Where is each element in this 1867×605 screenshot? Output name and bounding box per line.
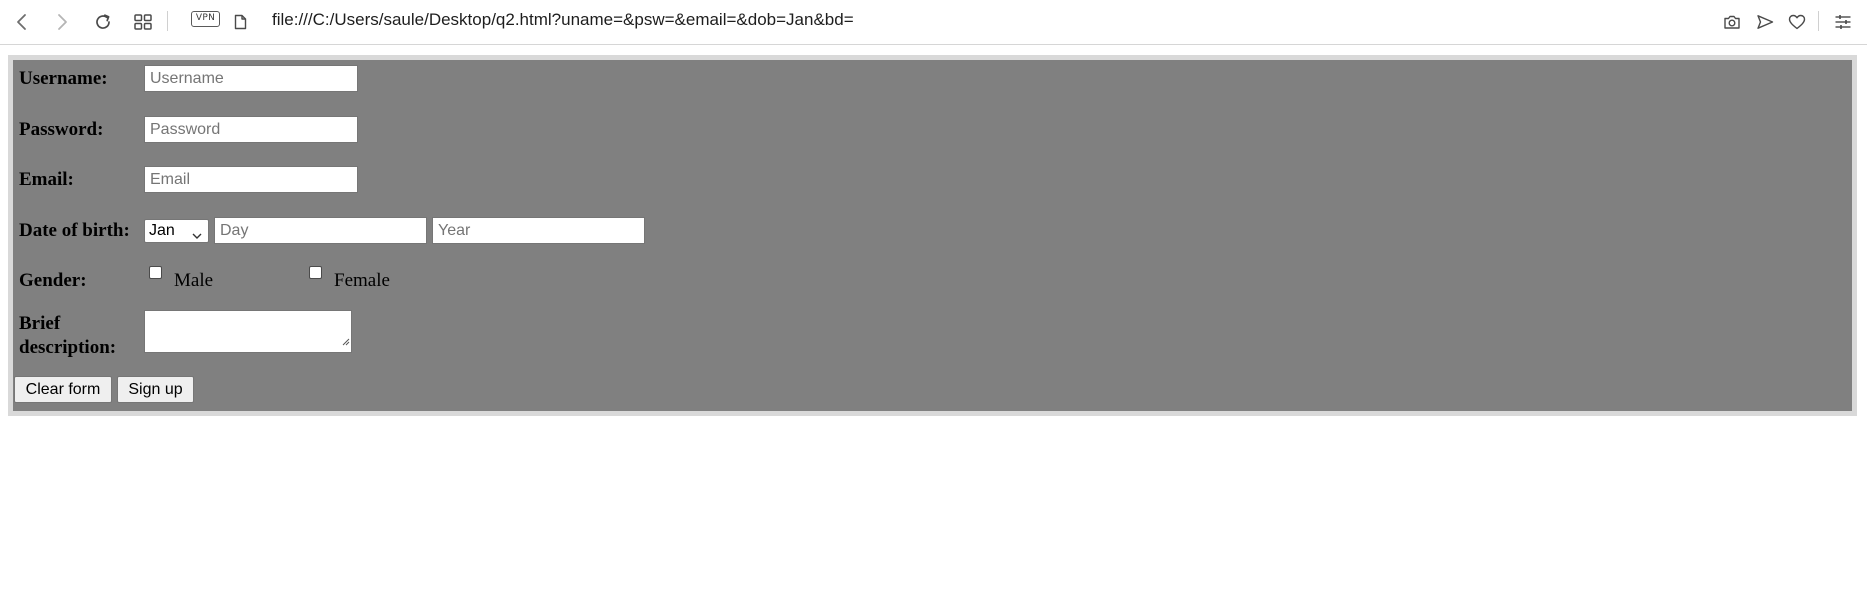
description-label-line1: Brief xyxy=(19,313,61,334)
tabs-grid-icon[interactable] xyxy=(132,0,154,44)
back-icon[interactable] xyxy=(12,0,32,44)
description-textarea[interactable] xyxy=(144,310,352,353)
browser-toolbar: VPN file:///C:/Users/saule/Desktop/q2.ht… xyxy=(0,0,1867,45)
vpn-badge[interactable]: VPN xyxy=(191,11,220,27)
username-label: Username: xyxy=(19,68,108,89)
dob-label: Date of birth: xyxy=(19,220,130,241)
day-input[interactable] xyxy=(214,217,427,244)
clear-form-button[interactable]: Clear form xyxy=(14,376,112,403)
male-option-label: Male xyxy=(174,270,214,291)
month-select[interactable]: Jan xyxy=(144,219,209,243)
signup-form: Username: Password: Email: Date of birth… xyxy=(8,55,1857,416)
page-icon[interactable] xyxy=(232,0,248,44)
settings-sliders-icon[interactable] xyxy=(1832,0,1854,44)
email-label: Email: xyxy=(19,169,74,190)
resize-grip-icon[interactable] xyxy=(341,333,350,351)
forward-icon[interactable] xyxy=(52,0,72,44)
toolbar-divider xyxy=(1818,11,1819,31)
form-panel: Username: Password: Email: Date of birth… xyxy=(13,60,1852,411)
sign-up-button[interactable]: Sign up xyxy=(117,376,194,403)
chevron-down-icon xyxy=(192,227,202,245)
username-input[interactable] xyxy=(144,65,358,92)
year-input[interactable] xyxy=(432,217,645,244)
male-checkbox[interactable] xyxy=(149,266,162,279)
address-bar[interactable]: file:///C:/Users/saule/Desktop/q2.html?u… xyxy=(272,0,1672,40)
female-option-label: Female xyxy=(334,270,390,291)
heart-icon[interactable] xyxy=(1786,0,1808,44)
password-label: Password: xyxy=(19,119,104,140)
send-icon[interactable] xyxy=(1754,0,1776,44)
toolbar-divider xyxy=(167,11,168,31)
month-select-value: Jan xyxy=(149,222,175,239)
reload-icon[interactable] xyxy=(92,0,114,44)
description-label-line2: description: xyxy=(19,337,117,358)
password-input[interactable] xyxy=(144,116,358,143)
email-input[interactable] xyxy=(144,166,358,193)
camera-icon[interactable] xyxy=(1721,0,1743,44)
female-checkbox[interactable] xyxy=(309,266,322,279)
gender-label: Gender: xyxy=(19,270,87,291)
